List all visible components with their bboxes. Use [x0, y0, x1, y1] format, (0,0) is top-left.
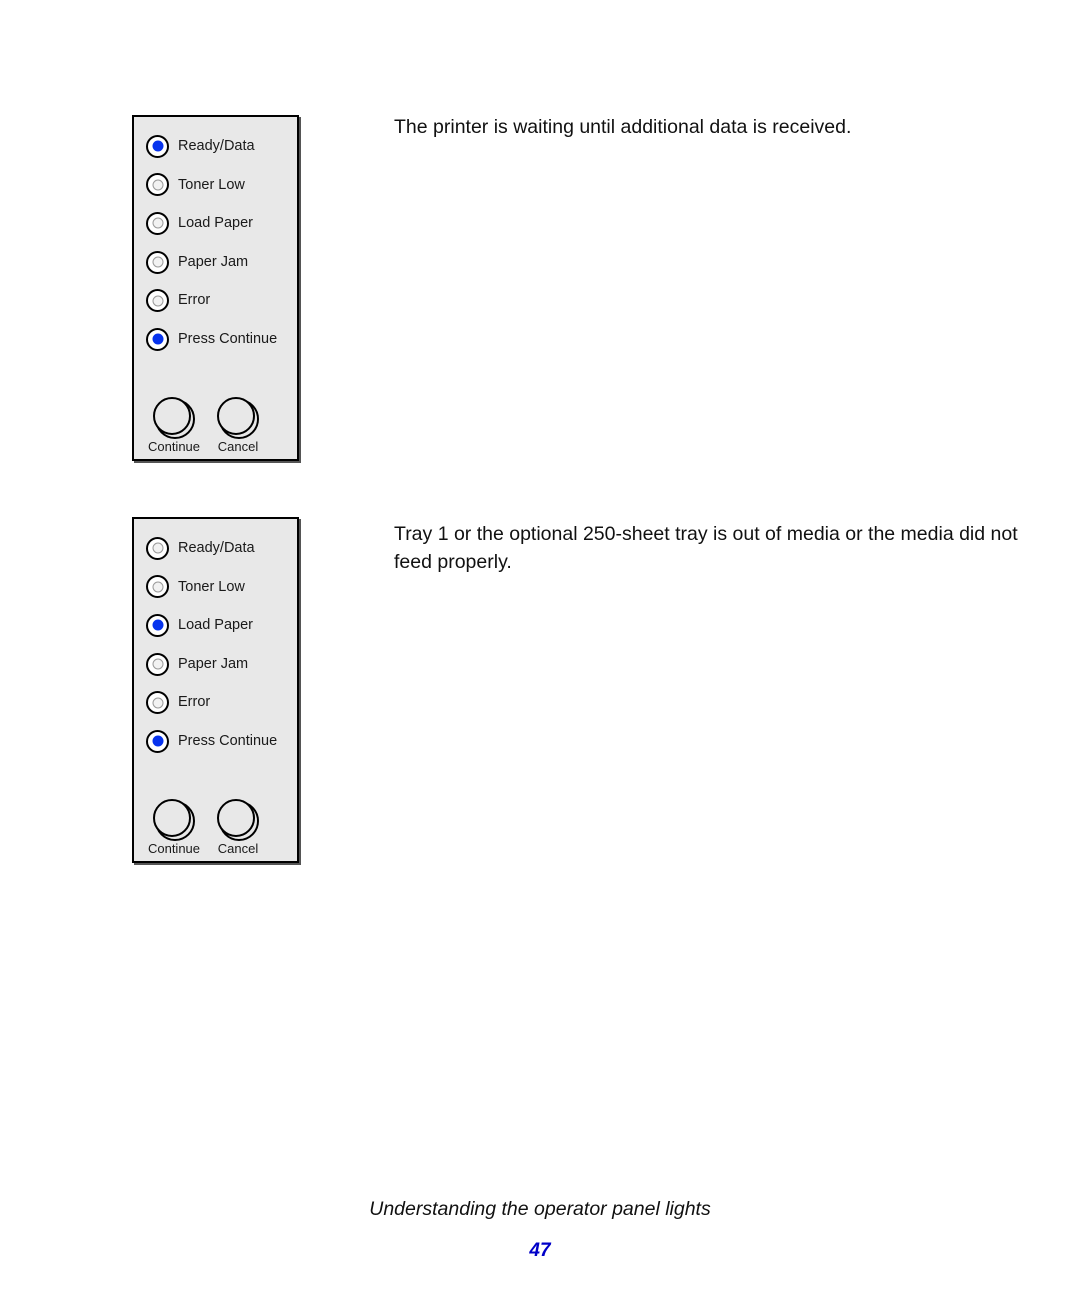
- led-row-error-2: Error: [146, 683, 306, 722]
- led-label-load-paper: Load Paper: [178, 617, 253, 634]
- panel-description-2: Tray 1 or the optional 250-sheet tray is…: [394, 523, 1018, 573]
- led-label-ready-data: Ready/Data: [178, 540, 255, 557]
- cancel-button-label: Cancel: [217, 439, 259, 454]
- led-label-press-continue: Press Continue: [178, 331, 278, 348]
- led-indicator-load-paper-icon: [146, 211, 169, 235]
- led-row-toner-low-1: Toner Low: [146, 166, 306, 205]
- led-label-ready-data: Ready/Data: [178, 138, 255, 155]
- led-row-paper-jam-1: Paper Jam: [146, 243, 306, 282]
- led-row-toner-low-2: Toner Low: [146, 568, 306, 607]
- led-indicator-load-paper-icon: [146, 613, 169, 637]
- continue-button-icon: [153, 799, 195, 841]
- led-row-load-paper-2: Load Paper: [146, 606, 306, 645]
- led-row-press-continue-2: Press Continue: [146, 722, 306, 761]
- cancel-button-label: Cancel: [217, 841, 259, 856]
- led-label-load-paper: Load Paper: [178, 215, 253, 232]
- led-row-paper-jam-2: Paper Jam: [146, 645, 306, 684]
- continue-button-label: Continue: [147, 439, 201, 454]
- led-row-ready-data-1: Ready/Data: [146, 127, 306, 166]
- cancel-button-icon: [217, 799, 259, 841]
- led-label-error: Error: [178, 694, 211, 711]
- led-indicator-paper-jam-icon: [146, 250, 169, 274]
- led-label-press-continue: Press Continue: [178, 733, 278, 750]
- led-label-error: Error: [178, 292, 211, 309]
- cancel-button-2[interactable]: Cancel: [207, 799, 269, 855]
- led-label-paper-jam: Paper Jam: [178, 655, 249, 672]
- led-indicator-error-icon: [146, 289, 169, 313]
- led-row-press-continue-1: Press Continue: [146, 320, 306, 359]
- led-indicator-list-2: Ready/Data Toner Low Load Paper Paper Ja…: [146, 529, 306, 761]
- led-row-error-1: Error: [146, 281, 306, 320]
- panel-button-area-2: Continue Cancel: [141, 799, 293, 855]
- led-indicator-press-continue-icon: [146, 729, 169, 753]
- cancel-button-icon: [217, 397, 259, 439]
- operator-panel-2: Ready/Data Toner Low Load Paper Paper Ja…: [132, 517, 299, 863]
- led-indicator-list-1: Ready/Data Toner Low Load Paper Paper Ja…: [146, 127, 306, 359]
- panel-button-area-1: Continue Cancel: [141, 397, 293, 453]
- led-row-ready-data-2: Ready/Data: [146, 529, 306, 568]
- led-indicator-press-continue-icon: [146, 327, 169, 351]
- operator-panel-figure-1: Ready/Data Toner Low Load Paper Paper Ja…: [132, 115, 299, 461]
- led-indicator-ready-data-icon: [146, 536, 169, 560]
- document-page: Ready/Data Toner Low Load Paper Paper Ja…: [0, 0, 1080, 1296]
- led-indicator-ready-data-icon: [146, 134, 169, 158]
- continue-button-2[interactable]: Continue: [141, 799, 207, 855]
- led-indicator-toner-low-icon: [146, 575, 169, 599]
- led-label-toner-low: Toner Low: [178, 176, 245, 193]
- footer-section-title: Understanding the operator panel lights: [369, 1198, 711, 1220]
- continue-button-1[interactable]: Continue: [141, 397, 207, 453]
- operator-panel-1: Ready/Data Toner Low Load Paper Paper Ja…: [132, 115, 299, 461]
- led-label-toner-low: Toner Low: [178, 578, 245, 595]
- led-row-load-paper-1: Load Paper: [146, 204, 306, 243]
- page-number: 47: [529, 1240, 551, 1261]
- continue-button-label: Continue: [147, 841, 201, 856]
- continue-button-icon: [153, 397, 195, 439]
- led-indicator-error-icon: [146, 691, 169, 715]
- cancel-button-1[interactable]: Cancel: [207, 397, 269, 453]
- panel-description-1: The printer is waiting until additional …: [394, 116, 852, 138]
- led-indicator-toner-low-icon: [146, 173, 169, 197]
- operator-panel-figure-2: Ready/Data Toner Low Load Paper Paper Ja…: [132, 517, 299, 863]
- led-label-paper-jam: Paper Jam: [178, 253, 249, 270]
- led-indicator-paper-jam-icon: [146, 652, 169, 676]
